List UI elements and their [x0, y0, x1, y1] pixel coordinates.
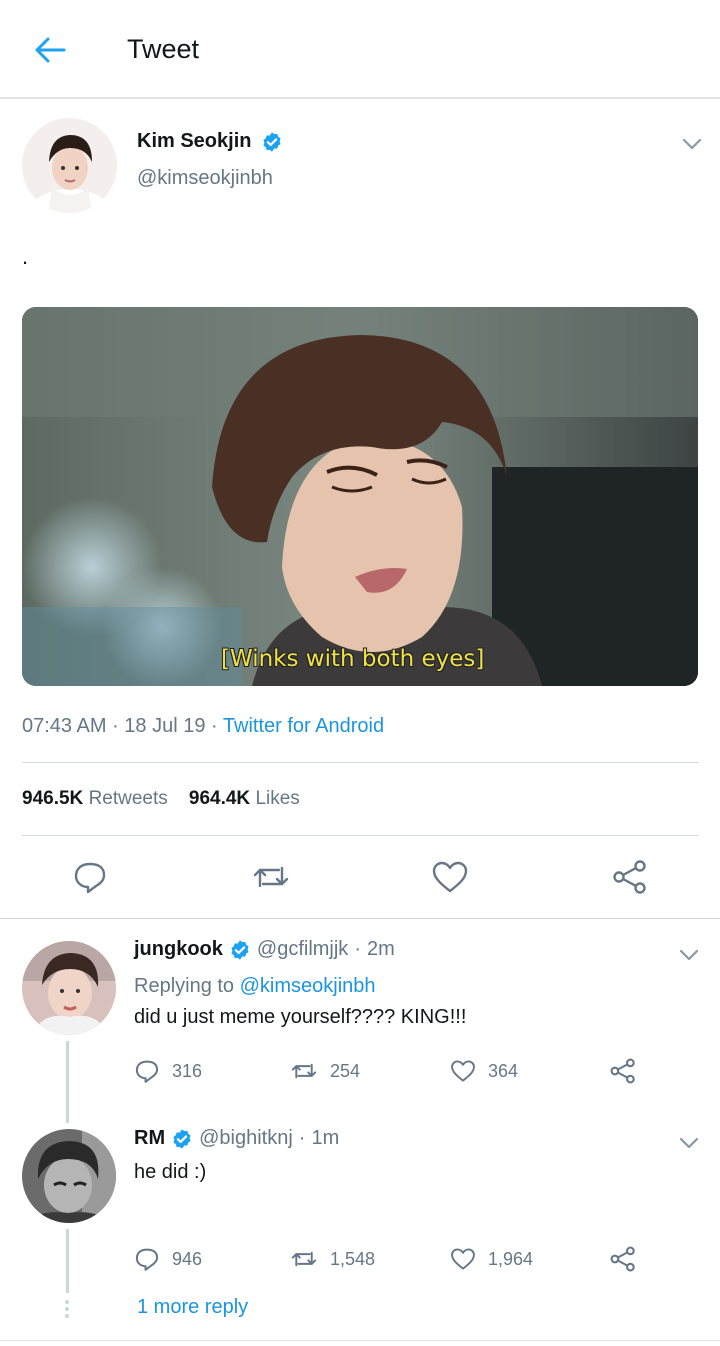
retweet-icon — [291, 1251, 317, 1267]
like-count: 364 — [488, 1060, 519, 1081]
share-action[interactable] — [609, 1057, 637, 1085]
chevron-down-icon[interactable] — [677, 943, 701, 967]
like-action[interactable]: 364 — [450, 1058, 518, 1084]
more-replies-link[interactable]: 1 more reply — [137, 1296, 248, 1319]
reply-author-handle[interactable]: @gcfilmjjk — [257, 938, 348, 961]
reply-count: 316 — [172, 1060, 203, 1081]
author-name-row: Kim Seokjin — [137, 130, 283, 153]
like-icon[interactable] — [430, 857, 470, 897]
image-caption: [Winks with both eyes] — [221, 646, 485, 672]
reply-time-separator: · — [298, 1127, 306, 1149]
reply-icon[interactable] — [70, 857, 110, 897]
like-count: 1,964 — [488, 1248, 534, 1269]
page-title: Tweet — [127, 34, 200, 64]
verified-badge-icon — [173, 1128, 191, 1149]
replying-to: Replying to @kimseokjinbh — [134, 975, 376, 998]
tweet-time: 07:43 AM — [22, 715, 107, 737]
reply-author-name[interactable]: jungkook — [134, 938, 223, 961]
author-name[interactable]: Kim Seokjin — [137, 130, 251, 153]
like-icon — [451, 1248, 475, 1270]
reply-count: 946 — [172, 1248, 203, 1269]
share-icon[interactable] — [610, 857, 650, 897]
reply-time: 1m — [311, 1127, 340, 1149]
divider — [0, 1340, 720, 1341]
reply-icon — [135, 1248, 159, 1271]
tweet-stats: 946.5K Retweets 964.4K Likes — [22, 788, 300, 810]
tweet-image[interactable]: [Winks with both eyes] — [22, 307, 698, 686]
reply-icon — [135, 1060, 159, 1083]
thread-line — [66, 1229, 69, 1293]
retweet-icon — [291, 1063, 317, 1079]
likes-stat[interactable]: 964.4K Likes — [189, 788, 300, 809]
top-bar: Tweet — [0, 0, 720, 99]
likes-label: Likes — [255, 788, 300, 809]
tweet-text: . — [22, 244, 29, 269]
reply-author-name[interactable]: RM — [134, 1127, 165, 1150]
like-icon — [451, 1060, 475, 1082]
more-replies-dots — [64, 1300, 70, 1321]
tweet-meta: 07:43 AM · 18 Jul 19 · Twitter for Andro… — [22, 715, 384, 738]
share-action[interactable] — [609, 1245, 637, 1273]
meta-separator: · — [211, 715, 223, 737]
reply-avatar[interactable] — [22, 1129, 116, 1223]
like-action[interactable]: 1,964 — [450, 1246, 533, 1272]
meta-separator: · — [112, 715, 125, 737]
retweet-count: 254 — [330, 1060, 361, 1081]
reply-author-row: jungkook @gcfilmjjk · 2m — [134, 938, 395, 961]
chevron-down-icon[interactable] — [677, 1131, 701, 1155]
thread-line — [66, 1041, 69, 1123]
divider — [22, 762, 699, 763]
retweet-count: 946.5K — [22, 788, 84, 809]
author-avatar[interactable] — [22, 118, 117, 213]
replying-to-mention[interactable]: @kimseokjinbh — [240, 975, 376, 997]
like-count: 964.4K — [188, 788, 251, 809]
reply-action[interactable]: 946 — [134, 1246, 202, 1272]
reply-time: 2m — [366, 938, 395, 960]
share-icon — [610, 1058, 635, 1084]
reply-text: did u just meme yourself???? KING!!! — [134, 1006, 467, 1028]
author-handle[interactable]: @kimseokjinbh — [137, 167, 273, 190]
retweets-label: Retweets — [88, 788, 168, 809]
chevron-down-icon[interactable] — [680, 132, 704, 156]
reply-text: he did :) — [134, 1161, 207, 1183]
verified-badge-icon — [263, 131, 282, 152]
retweet-action[interactable]: 1,548 — [290, 1246, 375, 1272]
tweet-source-link[interactable]: Twitter for Android — [223, 715, 384, 737]
retweets-stat[interactable]: 946.5K Retweets — [22, 788, 168, 809]
reply-author-row: RM @bighitknj · 1m — [134, 1127, 339, 1150]
retweet-action[interactable]: 254 — [290, 1058, 360, 1084]
verified-badge-icon — [231, 939, 249, 960]
retweet-icon[interactable] — [251, 857, 291, 897]
replying-prefix: Replying to — [134, 975, 235, 997]
share-icon — [610, 1246, 635, 1272]
divider — [22, 835, 699, 836]
reply-author-handle[interactable]: @bighitknj — [199, 1127, 293, 1150]
reply-avatar[interactable] — [22, 941, 116, 1035]
back-arrow-icon[interactable] — [30, 32, 70, 68]
tweet-date: 18 Jul 19 — [124, 715, 206, 737]
divider — [0, 918, 720, 919]
reply-action[interactable]: 316 — [134, 1058, 202, 1084]
retweet-count: 1,548 — [330, 1248, 376, 1269]
reply-time-separator: · — [354, 938, 361, 960]
